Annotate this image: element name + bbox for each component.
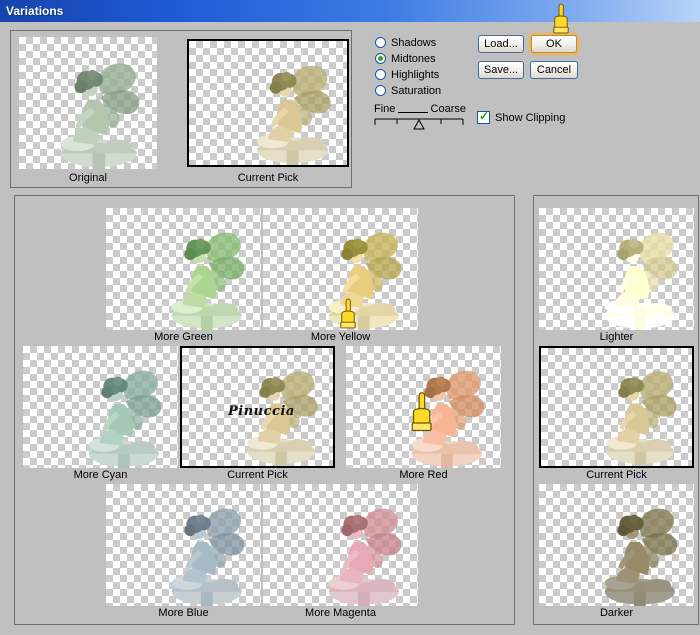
fairy-image: [605, 232, 678, 330]
slider-thumb[interactable]: [413, 118, 425, 130]
current-pick-thumbnail-center[interactable]: Pinuccia: [180, 346, 335, 468]
fairy-image: [329, 232, 402, 330]
radio-saturation-label: Saturation: [391, 84, 442, 97]
hand-cursor-icon: [411, 392, 432, 432]
radio-midtones-label: Midtones: [391, 52, 436, 65]
more-cyan-label: More Cyan: [73, 469, 128, 481]
cancel-button[interactable]: Cancel: [530, 61, 578, 79]
load-button[interactable]: Load...: [478, 35, 524, 53]
slider-line: [398, 106, 428, 113]
fairy-image: [256, 65, 331, 165]
slider-track[interactable]: [374, 116, 464, 131]
more-green-label: More Green: [154, 331, 213, 343]
radio-saturation[interactable]: Saturation: [375, 84, 441, 97]
fairy-image: [329, 508, 402, 606]
radio-midtones[interactable]: Midtones: [375, 52, 436, 65]
show-clipping-checkbox[interactable]: [477, 110, 490, 124]
variations-grid-panel: More Green More Yellow More Cyan Pinucci…: [14, 195, 515, 625]
darker-label: Darker: [599, 607, 633, 619]
radio-shadows-label: Shadows: [391, 36, 437, 49]
show-clipping-label: Show Clipping: [495, 111, 566, 124]
lighter-label: Lighter: [599, 331, 634, 343]
watermark-text: Pinuccia: [228, 404, 295, 419]
window-title: Variations: [6, 4, 64, 18]
more-blue-label: More Blue: [158, 607, 209, 619]
current-pick-label-right: Current Pick: [586, 469, 647, 481]
radio-midtones-circle[interactable]: [375, 53, 386, 64]
radio-highlights[interactable]: Highlights: [375, 68, 439, 81]
original-label: Original: [69, 172, 107, 184]
more-cyan-thumbnail[interactable]: [23, 346, 178, 468]
current-pick-thumbnail-right[interactable]: [539, 346, 694, 468]
more-blue-thumbnail[interactable]: [106, 484, 261, 606]
fairy-image: [605, 371, 677, 466]
radio-saturation-circle[interactable]: [375, 85, 386, 96]
fairy-image: [89, 370, 162, 468]
more-red-label: More Red: [399, 469, 448, 481]
fine-label: Fine: [374, 103, 396, 115]
more-yellow-label: More Yellow: [310, 331, 371, 343]
window-titlebar: Variations: [0, 0, 700, 22]
save-button[interactable]: Save...: [478, 61, 524, 79]
radio-shadows-circle[interactable]: [375, 37, 386, 48]
ok-button[interactable]: OK: [531, 35, 577, 53]
radio-shadows[interactable]: Shadows: [375, 36, 436, 49]
fairy-image: [172, 232, 245, 330]
current-pick-label-top: Current Pick: [237, 172, 299, 184]
more-magenta-label: More Magenta: [305, 607, 376, 619]
coarse-label: Coarse: [430, 103, 466, 115]
hand-cursor-icon: [553, 3, 569, 34]
hand-cursor-icon: [340, 298, 356, 329]
more-magenta-thumbnail[interactable]: [263, 484, 418, 606]
radio-highlights-circle[interactable]: [375, 69, 386, 80]
original-thumbnail[interactable]: [19, 37, 157, 169]
current-pick-thumbnail-top[interactable]: [187, 39, 349, 167]
preview-panel: Original Current Pick: [10, 30, 352, 188]
fairy-image: [605, 508, 678, 606]
darker-thumbnail[interactable]: [539, 484, 694, 606]
fairy-image: [61, 63, 140, 169]
more-green-thumbnail[interactable]: [106, 208, 261, 330]
lightness-panel: Lighter Current Pick Darker: [533, 195, 699, 625]
fairy-image: [172, 508, 245, 606]
show-clipping-checkbox-row[interactable]: Show Clipping: [477, 110, 566, 124]
coarseness-slider[interactable]: Fine Coarse: [374, 103, 466, 131]
lighter-thumbnail[interactable]: [539, 208, 694, 330]
radio-highlights-label: Highlights: [391, 68, 440, 81]
current-pick-label-center: Current Pick: [227, 469, 288, 481]
